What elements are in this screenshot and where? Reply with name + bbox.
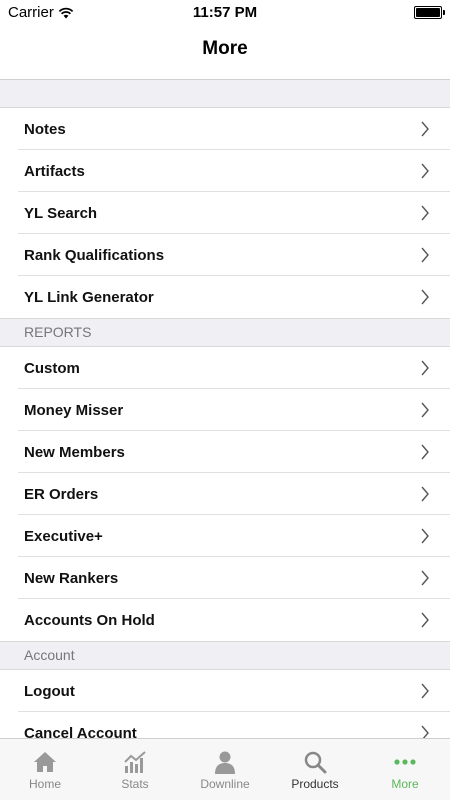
menu-item-money-misser[interactable]: Money Misser <box>0 389 450 431</box>
menu-item-custom[interactable]: Custom <box>0 347 450 389</box>
tab-more[interactable]: More <box>360 739 450 800</box>
menu-item-label: Rank Qualifications <box>24 246 165 264</box>
menu-item-label: Cancel Account <box>24 724 137 739</box>
page-title: More <box>202 38 248 59</box>
chevron-right-icon <box>421 612 429 628</box>
chevron-right-icon <box>421 486 429 502</box>
chevron-right-icon <box>421 725 429 738</box>
tab-products[interactable]: Products <box>270 739 360 800</box>
tab-downline[interactable]: Downline <box>180 739 270 800</box>
menu-item-label: Accounts On Hold <box>24 611 155 629</box>
chevron-right-icon <box>421 402 429 418</box>
section-header-reports: REPORTS <box>0 318 450 347</box>
menu-item-executive-plus[interactable]: Executive+ <box>0 515 450 557</box>
section-header-account: Account <box>0 641 450 670</box>
menu-item-new-rankers[interactable]: New Rankers <box>0 557 450 599</box>
tab-label: Downline <box>200 777 250 791</box>
menu-item-label: New Rankers <box>24 569 119 587</box>
tab-label: Home <box>28 777 61 791</box>
chevron-right-icon <box>421 683 429 699</box>
menu-item-label: YL Link Generator <box>24 288 154 306</box>
chevron-right-icon <box>421 444 429 460</box>
chevron-right-icon <box>421 528 429 544</box>
group-spacer <box>0 80 450 108</box>
menu-item-label: Logout <box>24 682 75 700</box>
menu-item-cancel-account[interactable]: Cancel Account <box>0 712 450 738</box>
tab-label: Stats <box>121 777 149 791</box>
menu-item-notes[interactable]: Notes <box>0 108 450 150</box>
tab-label: Products <box>291 777 339 791</box>
chevron-right-icon <box>421 570 429 586</box>
chevron-right-icon <box>421 121 429 137</box>
chevron-right-icon <box>421 289 429 305</box>
search-icon <box>304 751 327 774</box>
menu-item-label: New Members <box>24 443 125 461</box>
person-icon <box>215 751 235 774</box>
chevron-right-icon <box>421 205 429 221</box>
status-time: 11:57 PM <box>192 4 258 21</box>
battery-icon <box>414 6 445 19</box>
navigation-bar: More <box>0 24 450 80</box>
tab-home[interactable]: Home <box>0 739 90 800</box>
home-icon <box>34 752 56 772</box>
menu-item-logout[interactable]: Logout <box>0 670 450 712</box>
more-menu-list[interactable]: Notes Artifacts YL Search Rank Qualifica… <box>0 80 450 738</box>
more-dots-icon <box>394 759 416 765</box>
menu-item-label: Custom <box>24 359 80 377</box>
menu-item-artifacts[interactable]: Artifacts <box>0 150 450 192</box>
tab-stats[interactable]: Stats <box>90 739 180 800</box>
stats-icon <box>124 751 146 773</box>
status-bar: Carrier 11:57 PM <box>0 0 450 24</box>
tab-bar: Home Stats Downline Products More <box>0 738 450 800</box>
menu-item-rank-qualifications[interactable]: Rank Qualifications <box>0 234 450 276</box>
menu-item-label: Notes <box>24 120 66 138</box>
menu-item-label: Artifacts <box>24 162 85 180</box>
menu-item-label: Executive+ <box>24 527 103 545</box>
chevron-right-icon <box>421 247 429 263</box>
tab-label: More <box>391 777 419 791</box>
menu-item-yl-search[interactable]: YL Search <box>0 192 450 234</box>
menu-item-new-members[interactable]: New Members <box>0 431 450 473</box>
menu-item-accounts-on-hold[interactable]: Accounts On Hold <box>0 599 450 641</box>
chevron-right-icon <box>421 360 429 376</box>
menu-item-er-orders[interactable]: ER Orders <box>0 473 450 515</box>
menu-item-label: ER Orders <box>24 485 99 503</box>
menu-item-yl-link-generator[interactable]: YL Link Generator <box>0 276 450 318</box>
chevron-right-icon <box>421 163 429 179</box>
menu-item-label: Money Misser <box>24 401 124 419</box>
menu-item-label: YL Search <box>24 204 98 222</box>
